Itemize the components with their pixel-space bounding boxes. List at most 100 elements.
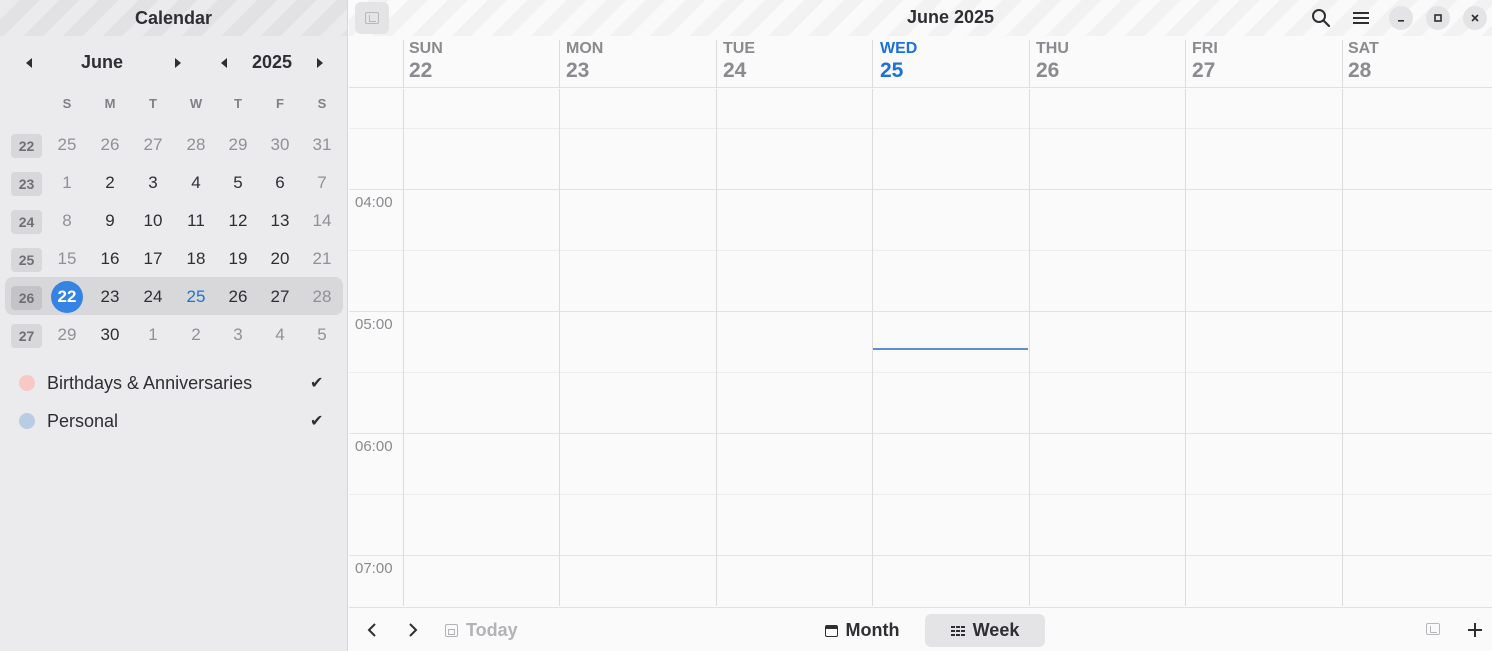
sidebar-header: Calendar [0, 0, 347, 36]
mini-calendar-day[interactable]: 1 [51, 167, 83, 199]
mini-calendar-week-row: 27 29 30 1 2 3 4 5 [0, 315, 348, 353]
maximize-button[interactable] [1426, 6, 1450, 30]
half-hour-line [349, 372, 1492, 373]
week-number[interactable]: 24 [11, 210, 42, 234]
day-header-mon[interactable]: MON 23 [566, 40, 603, 83]
mini-calendar-day[interactable]: 27 [137, 129, 169, 161]
mini-calendar-day[interactable]: 27 [264, 281, 296, 313]
mini-calendar-day[interactable]: 14 [306, 205, 338, 237]
mini-calendar-day[interactable]: 26 [222, 281, 254, 313]
minimize-button[interactable] [1389, 6, 1413, 30]
mini-calendar-day[interactable]: 3 [137, 167, 169, 199]
mini-calendar-day[interactable]: 1 [137, 319, 169, 351]
mini-calendar-day[interactable]: 6 [264, 167, 296, 199]
sidebar: Calendar June 2025 S M T W T F S 22 25 26 2… [0, 0, 348, 651]
calendar-item-personal[interactable]: Personal ✔ [0, 402, 348, 440]
mini-calendar-day[interactable]: 5 [222, 167, 254, 199]
mini-calendar-day[interactable]: 25 [51, 129, 83, 161]
week-number[interactable]: 27 [11, 324, 42, 348]
mini-calendar-day[interactable]: 16 [94, 243, 126, 275]
day-header-wed[interactable]: WED 25 [880, 40, 917, 83]
column-divider [872, 40, 873, 88]
column-divider [1185, 40, 1186, 88]
mini-calendar-day[interactable]: 31 [306, 129, 338, 161]
mini-calendar-day[interactable]: 26 [94, 129, 126, 161]
mini-calendar-day[interactable]: 25 [180, 281, 212, 313]
mini-calendar-day[interactable]: 18 [180, 243, 212, 275]
column-divider [1342, 89, 1343, 606]
next-year-button[interactable] [305, 46, 335, 80]
main-menu-button[interactable] [1347, 4, 1375, 32]
mini-calendar-day[interactable]: 24 [137, 281, 169, 313]
mini-calendar-day[interactable]: 29 [222, 129, 254, 161]
check-icon[interactable]: ✔ [310, 411, 323, 431]
mini-calendar-day[interactable]: 10 [137, 205, 169, 237]
mini-calendar-day[interactable]: 28 [180, 129, 212, 161]
next-month-button[interactable] [163, 46, 193, 80]
month-label: June [80, 52, 123, 72]
day-header-date: 24 [723, 59, 747, 82]
mini-calendar-day[interactable]: 23 [94, 281, 126, 313]
add-event-button[interactable] [1465, 616, 1485, 644]
chevron-right-icon [409, 623, 418, 637]
mini-calendar-day[interactable]: 19 [222, 243, 254, 275]
day-header-fri[interactable]: FRI 27 [1192, 40, 1218, 83]
mini-calendar-day[interactable]: 7 [306, 167, 338, 199]
mini-calendar-day[interactable]: 9 [94, 205, 126, 237]
hour-label: 07:00 [355, 560, 393, 577]
column-divider [1342, 40, 1343, 88]
mini-calendar-day[interactable]: 21 [306, 243, 338, 275]
calendar-list: Birthdays & Anniversaries ✔ Personal ✔ [0, 364, 348, 440]
next-week-button[interactable] [402, 620, 422, 640]
mini-calendar-day[interactable]: 28 [306, 281, 338, 313]
mini-calendar-day[interactable]: 17 [137, 243, 169, 275]
triangle-right-icon [317, 58, 323, 68]
main-area: June 2025 SUN 22 MON 23 TUE 24 WED 25 TH… [349, 0, 1492, 651]
mini-calendar-day[interactable]: 20 [264, 243, 296, 275]
mini-calendar-week-row: 25 15 16 17 18 19 20 21 [0, 239, 348, 277]
mini-calendar-day[interactable]: 4 [180, 167, 212, 199]
hamburger-icon [1353, 12, 1369, 24]
mini-calendar-day[interactable]: 4 [264, 319, 296, 351]
day-header-dow: THU [1036, 40, 1069, 57]
mini-calendar-day[interactable]: 8 [51, 205, 83, 237]
mini-calendar-day[interactable]: 29 [51, 319, 83, 351]
mini-calendar-day[interactable]: 2 [94, 167, 126, 199]
check-icon[interactable]: ✔ [310, 373, 323, 393]
mini-calendar-nav: June 2025 [10, 46, 340, 80]
mini-calendar-day[interactable]: 13 [264, 205, 296, 237]
mini-calendar-day[interactable]: 30 [264, 129, 296, 161]
mini-calendar-day[interactable]: 30 [94, 319, 126, 351]
mini-calendar-day[interactable]: 2 [180, 319, 212, 351]
weekday-initial: T [234, 96, 242, 111]
close-button[interactable] [1463, 6, 1487, 30]
day-header-tue[interactable]: TUE 24 [723, 40, 755, 83]
day-header-thu[interactable]: THU 26 [1036, 40, 1069, 83]
hour-line [349, 189, 1492, 190]
calendar-item-birthdays[interactable]: Birthdays & Anniversaries ✔ [0, 364, 348, 402]
day-header-sat[interactable]: SAT 28 [1348, 40, 1379, 83]
week-number[interactable]: 22 [11, 134, 42, 158]
week-number[interactable]: 26 [11, 286, 42, 310]
today-button[interactable]: Today [445, 620, 518, 641]
search-icon [1312, 9, 1331, 28]
column-divider [403, 40, 404, 88]
day-header-sun[interactable]: SUN 22 [409, 40, 443, 83]
maximize-icon [1434, 14, 1442, 22]
week-view-button[interactable]: Week [925, 614, 1045, 647]
week-number[interactable]: 23 [11, 172, 42, 196]
mini-calendar-day[interactable]: 3 [222, 319, 254, 351]
mini-calendar-day[interactable]: 5 [306, 319, 338, 351]
month-view-button[interactable]: Month [812, 614, 912, 647]
weekday-header-row: S M T W T F S [0, 96, 348, 116]
prev-month-button[interactable] [14, 46, 44, 80]
previous-week-button[interactable] [363, 620, 383, 640]
week-grid[interactable]: 04:00 05:00 06:00 07:00 [349, 89, 1492, 606]
mini-calendar-day[interactable]: 15 [51, 243, 83, 275]
mini-calendar-day[interactable]: 11 [180, 205, 212, 237]
week-number[interactable]: 25 [11, 248, 42, 272]
mini-calendar-day[interactable]: 12 [222, 205, 254, 237]
mini-calendar-day[interactable]: 22 [51, 281, 83, 313]
search-button[interactable] [1307, 4, 1335, 32]
prev-year-button[interactable] [209, 46, 239, 80]
